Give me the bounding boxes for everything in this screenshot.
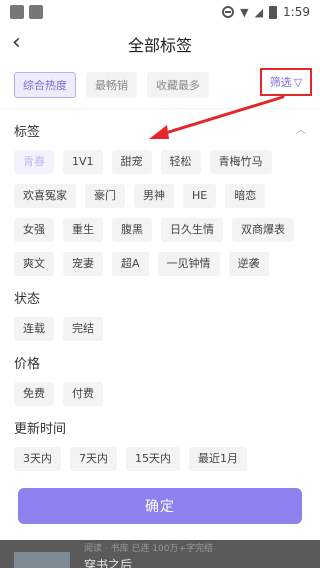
wifi-icon: ▼ bbox=[240, 5, 249, 19]
tag-chip[interactable]: 重生 bbox=[63, 218, 103, 242]
status-bar: ▼ ◢ 1:59 bbox=[0, 0, 320, 24]
background-overlay: 阅读 · 书库 已连 100万+字完结 穿书之后 bbox=[0, 540, 320, 568]
sort-tab-hot[interactable]: 综合热度 bbox=[14, 72, 76, 98]
price-chip[interactable]: 付费 bbox=[63, 382, 103, 406]
book-meta: 阅读 · 书库 已连 100万+字完结 bbox=[84, 544, 214, 554]
status-chip[interactable]: 连载 bbox=[14, 317, 54, 341]
status-section: 状态 连载 完结 bbox=[0, 288, 320, 341]
divider bbox=[0, 108, 320, 109]
tag-chip[interactable]: 爽文 bbox=[14, 252, 54, 276]
tag-chip[interactable]: 逆袭 bbox=[228, 252, 269, 276]
tag-chip[interactable]: 1V1 bbox=[63, 150, 103, 174]
tag-chip[interactable]: 双商爆表 bbox=[232, 218, 294, 242]
sort-tab-bestselling[interactable]: 最畅销 bbox=[86, 72, 137, 98]
section-title-price: 价格 bbox=[14, 357, 41, 372]
price-section: 价格 免费 付费 bbox=[0, 353, 320, 406]
update-chip[interactable]: 7天内 bbox=[70, 447, 117, 471]
sort-tab-most-favorited[interactable]: 收藏最多 bbox=[147, 72, 209, 98]
tag-chip[interactable]: 欢喜冤家 bbox=[14, 184, 76, 208]
collapse-icon[interactable]: ︿ bbox=[296, 121, 306, 136]
notification-icon bbox=[29, 5, 43, 19]
tag-chip[interactable]: 女强 bbox=[14, 218, 54, 242]
update-chips: 3天内 7天内 15天内 最近1月 bbox=[14, 447, 306, 471]
tag-chip[interactable]: 宠妻 bbox=[63, 252, 103, 276]
status-right: ▼ ◢ 1:59 bbox=[222, 5, 310, 19]
tag-chip[interactable]: 日久生情 bbox=[161, 218, 223, 242]
price-chips: 免费 付费 bbox=[14, 382, 306, 406]
update-section: 更新时间 3天内 7天内 15天内 最近1月 bbox=[0, 418, 320, 471]
tags-section: 标签 ︿ 青春 1V1 甜宠 轻松 青梅竹马 欢喜冤家 豪门 男神 HE 暗恋 … bbox=[0, 121, 320, 276]
section-title-status: 状态 bbox=[14, 292, 41, 307]
sort-bar: 综合热度 最畅销 收藏最多 筛选 ▽ bbox=[0, 64, 320, 98]
do-not-disturb-icon bbox=[222, 6, 235, 18]
signal-icon: ◢ bbox=[254, 5, 264, 19]
tag-chip[interactable]: 男神 bbox=[134, 184, 174, 208]
tag-chip[interactable]: 青梅竹马 bbox=[209, 150, 272, 174]
tag-chip[interactable]: 腹黑 bbox=[112, 218, 152, 242]
tag-chip[interactable]: 豪门 bbox=[85, 184, 125, 208]
price-chip[interactable]: 免费 bbox=[14, 382, 54, 406]
tag-chip[interactable]: 轻松 bbox=[160, 150, 201, 174]
back-icon[interactable]: ‹ bbox=[12, 30, 21, 55]
confirm-wrap: 确定 bbox=[0, 488, 320, 524]
book-title: 穿书之后 bbox=[84, 558, 133, 568]
status-time: 1:59 bbox=[283, 5, 310, 19]
tag-chip[interactable]: 暗恋 bbox=[225, 184, 266, 208]
book-cover bbox=[14, 552, 70, 568]
section-title-update: 更新时间 bbox=[14, 422, 67, 437]
confirm-button[interactable]: 确定 bbox=[18, 488, 302, 524]
update-chip[interactable]: 15天内 bbox=[126, 447, 180, 471]
filter-button[interactable]: 筛选 ▽ bbox=[260, 68, 312, 96]
tag-chip[interactable]: 青春 bbox=[14, 150, 54, 174]
section-title-tags: 标签 bbox=[14, 125, 41, 140]
update-chip[interactable]: 最近1月 bbox=[189, 447, 247, 471]
status-chips: 连载 完结 bbox=[14, 317, 306, 341]
nav-bar: ‹ 全部标签 bbox=[0, 24, 320, 64]
battery-icon bbox=[269, 5, 278, 19]
status-chip[interactable]: 完结 bbox=[63, 317, 103, 341]
tag-chip[interactable]: 甜宠 bbox=[111, 150, 152, 174]
notification-icon bbox=[10, 5, 24, 19]
tag-chip[interactable]: HE bbox=[183, 184, 217, 208]
tag-chip[interactable]: 超A bbox=[112, 252, 149, 276]
page-title: 全部标签 bbox=[127, 36, 192, 55]
filter-label: 筛选 bbox=[269, 76, 292, 89]
update-chip[interactable]: 3天内 bbox=[14, 447, 61, 471]
funnel-icon: ▽ bbox=[293, 75, 303, 89]
tag-chip[interactable]: 一见钟情 bbox=[157, 252, 220, 276]
tag-chips: 青春 1V1 甜宠 轻松 青梅竹马 欢喜冤家 豪门 男神 HE 暗恋 女强 重生… bbox=[14, 150, 306, 276]
status-left bbox=[10, 5, 43, 19]
